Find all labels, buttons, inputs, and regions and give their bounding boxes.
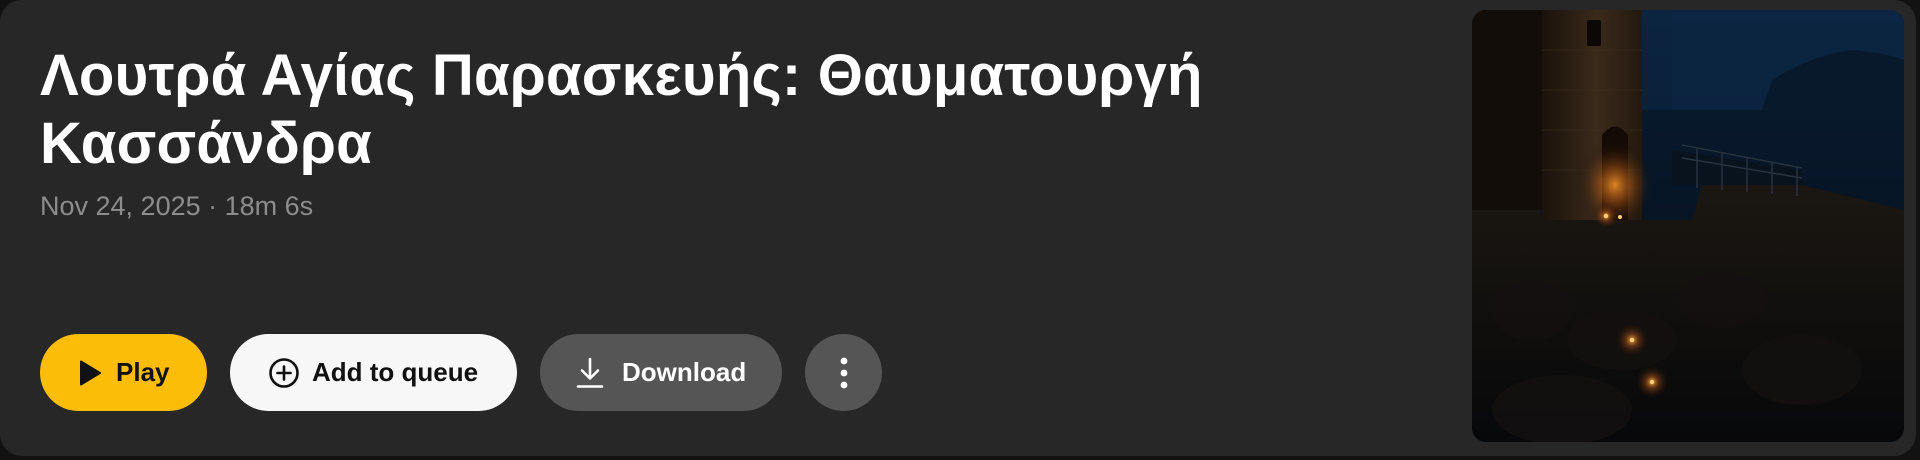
add-to-queue-label: Add to queue bbox=[312, 357, 479, 387]
episode-meta: Nov 24, 2025 · 18m 6s bbox=[40, 191, 314, 221]
play-icon bbox=[78, 360, 102, 386]
download-button[interactable]: Download bbox=[540, 334, 782, 411]
action-bar: Play Add to queue Download bbox=[40, 334, 882, 411]
play-label: Play bbox=[116, 357, 170, 387]
episode-title: Λουτρά Αγίας Παρασκευής: Θαυματουργή Κασ… bbox=[40, 43, 1203, 176]
more-vertical-icon bbox=[840, 357, 848, 389]
download-label: Download bbox=[622, 357, 747, 387]
episode-artwork bbox=[1472, 10, 1904, 442]
add-to-queue-button[interactable]: Add to queue bbox=[230, 334, 517, 411]
plus-circle-icon bbox=[268, 357, 300, 389]
more-options-button[interactable] bbox=[805, 334, 882, 411]
play-button[interactable]: Play bbox=[40, 334, 207, 411]
episode-header-card: Λουτρά Αγίας Παρασκευής: Θαυματουργή Κασ… bbox=[0, 0, 1916, 456]
download-icon bbox=[576, 357, 604, 389]
